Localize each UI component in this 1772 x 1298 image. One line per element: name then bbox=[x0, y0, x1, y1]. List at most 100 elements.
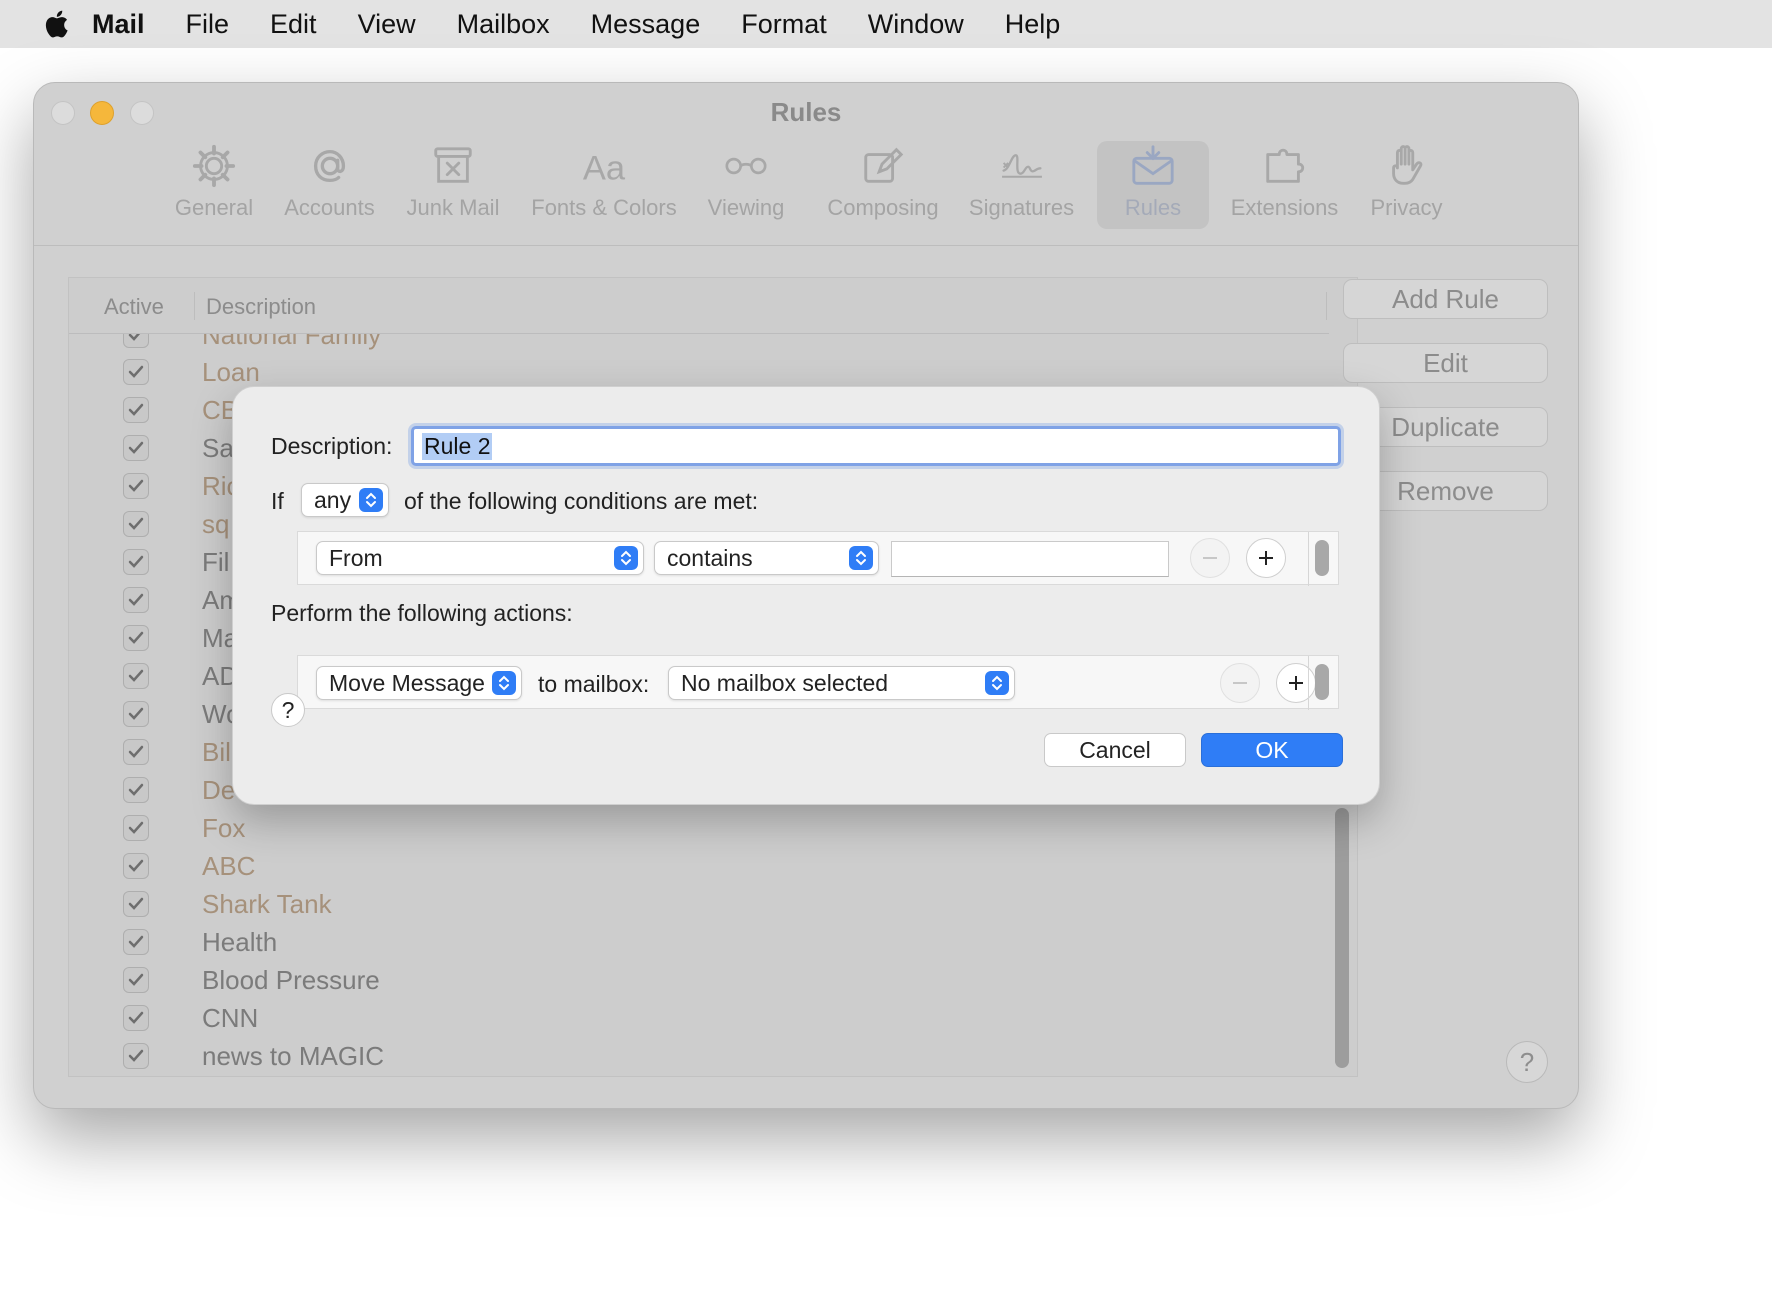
rule-active-checkbox[interactable] bbox=[123, 701, 149, 727]
rule-active-checkbox[interactable] bbox=[123, 334, 149, 348]
column-header-description[interactable]: Description bbox=[206, 294, 316, 320]
table-row[interactable]: news to MAGIC bbox=[69, 1037, 1329, 1075]
add-rule-button[interactable]: Add Rule bbox=[1343, 279, 1548, 319]
menu-help[interactable]: Help bbox=[1005, 9, 1061, 40]
tab-privacy[interactable]: Privacy bbox=[1359, 141, 1454, 229]
menu-message[interactable]: Message bbox=[591, 9, 701, 40]
checkmark-icon bbox=[128, 631, 144, 644]
menu-window[interactable]: Window bbox=[868, 9, 964, 40]
to-mailbox-label: to mailbox: bbox=[538, 671, 650, 697]
tab-fonts-colors[interactable]: Aa Fonts & Colors bbox=[524, 141, 684, 229]
window-help-button[interactable]: ? bbox=[1506, 1041, 1548, 1083]
condition-operator-popup[interactable]: contains bbox=[654, 541, 879, 575]
table-row[interactable]: National Family bbox=[69, 334, 1329, 354]
rule-active-checkbox[interactable] bbox=[123, 435, 149, 461]
tab-extensions[interactable]: Extensions bbox=[1222, 141, 1347, 229]
table-row[interactable]: Fox bbox=[69, 809, 1329, 847]
rule-active-checkbox[interactable] bbox=[123, 549, 149, 575]
rule-active-checkbox[interactable] bbox=[123, 359, 149, 385]
rule-active-checkbox[interactable] bbox=[123, 1043, 149, 1069]
match-value: any bbox=[314, 486, 352, 513]
column-header-active[interactable]: Active bbox=[104, 294, 164, 320]
rule-active-checkbox[interactable] bbox=[123, 473, 149, 499]
checkmark-icon bbox=[128, 555, 144, 568]
tab-junk-mail[interactable]: Junk Mail bbox=[398, 141, 508, 229]
rule-name: news to MAGIC bbox=[202, 1040, 385, 1071]
match-any-popup[interactable]: any bbox=[301, 483, 389, 517]
condition-value-input[interactable] bbox=[891, 541, 1169, 577]
tab-rules-label: Rules bbox=[1124, 195, 1182, 220]
window-title: Rules bbox=[770, 97, 842, 127]
font-aa-icon: Aa bbox=[583, 149, 626, 187]
menu-view[interactable]: View bbox=[358, 9, 416, 40]
glasses-icon bbox=[725, 157, 767, 175]
action-type-popup[interactable]: Move Message bbox=[316, 666, 522, 700]
menu-edit[interactable]: Edit bbox=[270, 9, 317, 40]
panel-separator bbox=[1308, 532, 1309, 586]
add-condition-button[interactable] bbox=[1246, 538, 1286, 578]
tab-composing[interactable]: Composing bbox=[823, 141, 943, 229]
actions-panel: Move Message to mailbox: No mailbox sele… bbox=[297, 655, 1339, 710]
description-input[interactable]: Rule 2 bbox=[411, 426, 1341, 466]
rule-active-checkbox[interactable] bbox=[123, 929, 149, 955]
table-row[interactable]: ABC bbox=[69, 847, 1329, 885]
rule-active-checkbox[interactable] bbox=[123, 739, 149, 765]
tab-rules[interactable]: Rules bbox=[1097, 141, 1209, 229]
cancel-button[interactable]: Cancel bbox=[1044, 733, 1186, 767]
tab-general[interactable]: General bbox=[164, 141, 264, 229]
ok-button[interactable]: OK bbox=[1201, 733, 1343, 767]
tab-signatures[interactable]: Signatures bbox=[964, 141, 1079, 229]
panel-separator bbox=[1308, 656, 1309, 710]
actions-scrollbar[interactable] bbox=[1315, 664, 1329, 700]
table-row[interactable]: CNN bbox=[69, 999, 1329, 1037]
rule-active-checkbox[interactable] bbox=[123, 663, 149, 689]
rule-active-checkbox[interactable] bbox=[123, 853, 149, 879]
menu-mail[interactable]: Mail bbox=[92, 9, 145, 40]
apple-menu-icon[interactable] bbox=[40, 8, 72, 40]
minus-icon bbox=[1203, 557, 1217, 559]
remove-action-button[interactable] bbox=[1220, 663, 1260, 703]
edit-rule-button[interactable]: Edit bbox=[1343, 343, 1548, 383]
rule-name: sq bbox=[202, 508, 230, 539]
rule-active-checkbox[interactable] bbox=[123, 511, 149, 537]
rules-envelope-icon bbox=[1132, 145, 1174, 185]
rule-active-checkbox[interactable] bbox=[123, 967, 149, 993]
rule-active-checkbox[interactable] bbox=[123, 625, 149, 651]
rule-active-checkbox[interactable] bbox=[123, 777, 149, 803]
description-value: Rule 2 bbox=[422, 432, 493, 460]
conditions-scrollbar[interactable] bbox=[1315, 540, 1329, 576]
rule-active-checkbox[interactable] bbox=[123, 397, 149, 423]
tab-viewing[interactable]: Viewing bbox=[701, 141, 791, 229]
rule-active-checkbox[interactable] bbox=[123, 815, 149, 841]
remove-condition-button[interactable] bbox=[1190, 538, 1230, 578]
checkmark-icon bbox=[128, 669, 144, 682]
popup-stepper-icon bbox=[614, 546, 638, 570]
add-action-button[interactable] bbox=[1276, 663, 1316, 703]
checkmark-icon bbox=[128, 1011, 144, 1024]
tab-accounts[interactable]: Accounts bbox=[277, 141, 382, 229]
rule-name: Bil bbox=[202, 736, 231, 767]
sheet-help-button[interactable]: ? bbox=[271, 693, 305, 727]
table-row[interactable]: Health bbox=[69, 923, 1329, 961]
tab-general-label: General bbox=[174, 195, 254, 220]
condition-field-value: From bbox=[329, 544, 383, 571]
plus-icon bbox=[1259, 551, 1273, 565]
mailbox-popup[interactable]: No mailbox selected bbox=[668, 666, 1015, 700]
hand-icon bbox=[1391, 145, 1422, 185]
mailbox-value: No mailbox selected bbox=[681, 669, 889, 696]
condition-field-popup[interactable]: From bbox=[316, 541, 644, 575]
table-row[interactable]: Blood Pressure bbox=[69, 961, 1329, 999]
popup-stepper-icon bbox=[492, 671, 516, 695]
rule-active-checkbox[interactable] bbox=[123, 891, 149, 917]
rule-name: Health bbox=[202, 926, 278, 957]
table-scrollbar[interactable] bbox=[1335, 808, 1349, 1068]
table-row[interactable]: Shark Tank bbox=[69, 885, 1329, 923]
menu-mailbox[interactable]: Mailbox bbox=[457, 9, 550, 40]
rule-name: Fox bbox=[202, 812, 246, 843]
rule-name: Sa bbox=[202, 432, 234, 463]
rule-active-checkbox[interactable] bbox=[123, 587, 149, 613]
menu-format[interactable]: Format bbox=[741, 9, 827, 40]
rule-active-checkbox[interactable] bbox=[123, 1005, 149, 1031]
menu-file[interactable]: File bbox=[186, 9, 230, 40]
description-label: Description: bbox=[271, 433, 393, 459]
